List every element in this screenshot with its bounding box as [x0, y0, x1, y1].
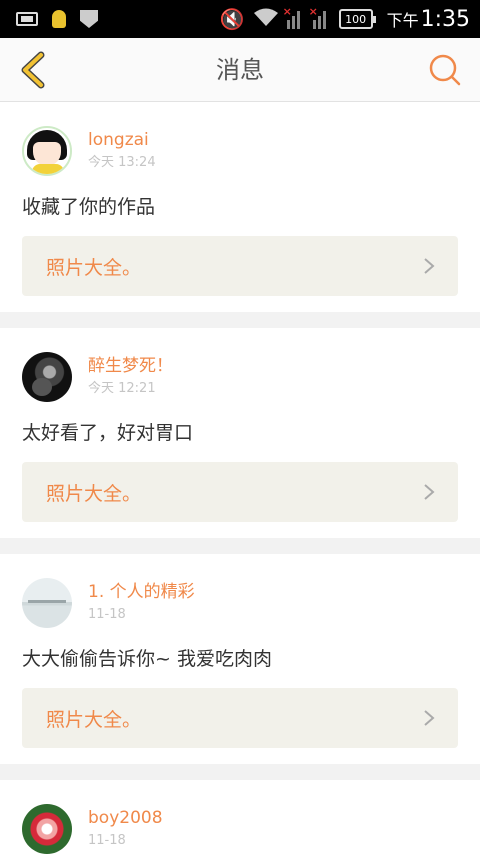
- back-button[interactable]: [12, 50, 52, 90]
- page-title: 消息: [216, 56, 264, 84]
- reference-link[interactable]: 照片大全。: [22, 236, 458, 296]
- lightbulb-icon: [52, 10, 66, 28]
- shield-icon: [80, 10, 98, 28]
- reference-link[interactable]: 照片大全。: [22, 462, 458, 522]
- message-card: 醉生梦死！ 今天 12:21 太好看了，好对胃口 照片大全。: [0, 328, 480, 538]
- avatar[interactable]: [22, 126, 72, 176]
- screen-icon: [16, 12, 38, 26]
- timestamp: 11-18: [88, 607, 126, 622]
- message-card: longzai 今天 13:24 收藏了你的作品 照片大全。: [0, 102, 480, 312]
- status-bar: 🔇 × × 100 下午 1:35: [0, 0, 480, 38]
- message-feed: longzai 今天 13:24 收藏了你的作品 照片大全。 醉生梦死！ 今天 …: [0, 102, 480, 854]
- message-text: 太好看了，好对胃口: [22, 422, 194, 444]
- chevron-left-icon: [21, 51, 45, 89]
- avatar[interactable]: [22, 352, 72, 402]
- status-time: 1:35: [420, 6, 470, 32]
- reference-link[interactable]: 照片大全。: [22, 688, 458, 748]
- signal-icon: ×: [283, 5, 305, 29]
- message-text: 大大偷偷告诉你~ 我爱吃肉肉: [22, 648, 272, 670]
- reference-label: 照片大全。: [46, 256, 142, 279]
- chevron-right-icon: [424, 484, 435, 500]
- battery-level: 100: [345, 12, 367, 26]
- status-ampm: 下午: [386, 10, 419, 30]
- message-text: 收藏了你的作品: [22, 196, 156, 218]
- chevron-right-icon: [424, 710, 435, 726]
- nav-bar: 消息: [0, 38, 480, 102]
- timestamp: 11-18: [88, 833, 126, 848]
- username[interactable]: 醉生梦死！: [88, 355, 173, 377]
- battery-icon: 100: [338, 9, 376, 29]
- username[interactable]: boy2008: [88, 807, 163, 829]
- username[interactable]: longzai: [88, 129, 156, 151]
- wifi-icon: [253, 7, 279, 32]
- reference-label: 照片大全。: [46, 708, 142, 731]
- message-card: boy2008 11-18: [0, 780, 480, 854]
- timestamp: 今天 12:21: [88, 381, 156, 396]
- timestamp: 今天 13:24: [88, 155, 156, 170]
- mute-icon: 🔇: [219, 7, 245, 31]
- message-card: 1. 个人的精彩 11-18 大大偷偷告诉你~ 我爱吃肉肉 照片大全。: [0, 554, 480, 764]
- chevron-right-icon: [424, 258, 435, 274]
- search-icon: [429, 54, 461, 86]
- avatar[interactable]: [22, 578, 72, 628]
- signal-icon: ×: [309, 5, 331, 29]
- username[interactable]: 1. 个人的精彩: [88, 581, 195, 603]
- avatar[interactable]: [22, 804, 72, 854]
- reference-label: 照片大全。: [46, 482, 142, 505]
- search-button[interactable]: [428, 53, 462, 87]
